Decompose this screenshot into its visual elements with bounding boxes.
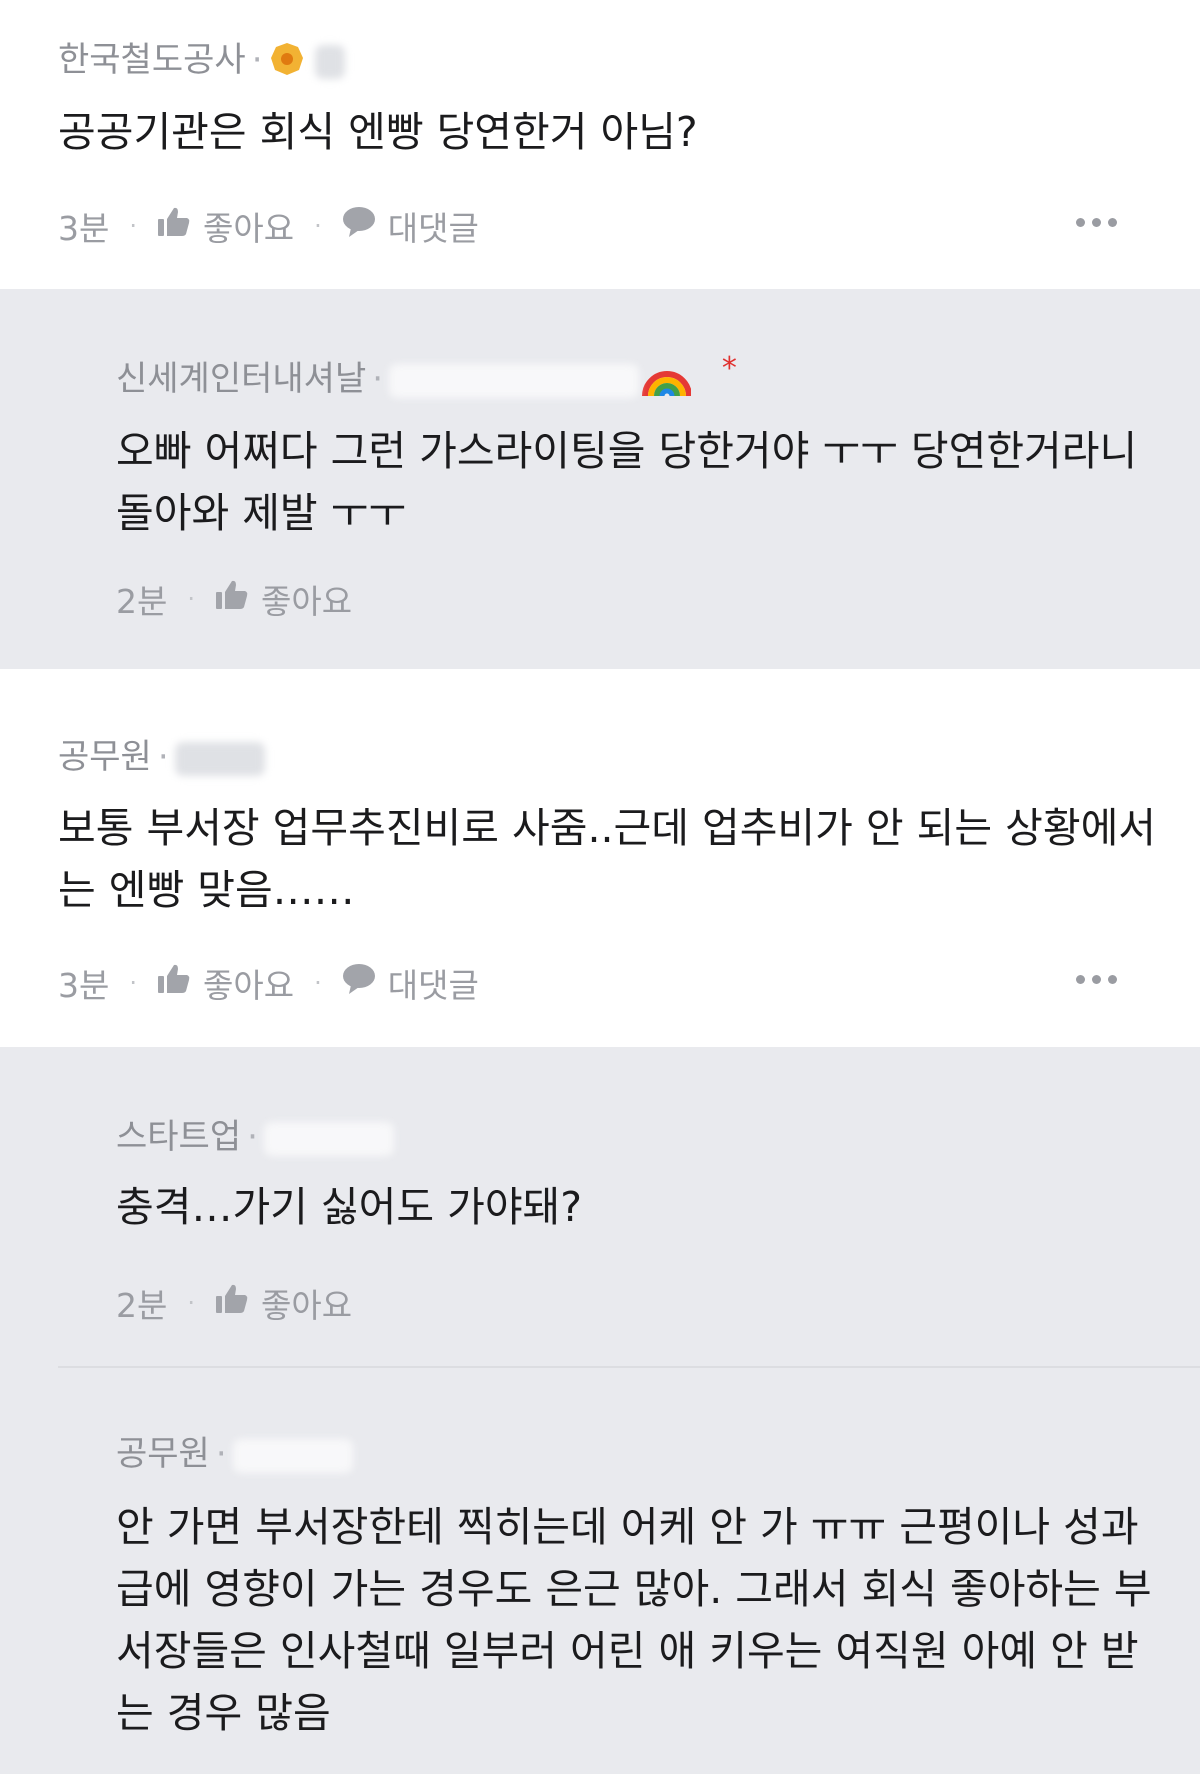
comment-line: 안 가면 부서장한테 찍히는데 어케 안 가 ㅠㅠ 근평이나 성과	[116, 1503, 1139, 1551]
thumbs-up-icon	[157, 206, 191, 246]
speech-bubble-icon	[342, 963, 376, 1003]
comment-time: 3분	[58, 966, 110, 1005]
like-label: 좋아요	[261, 582, 353, 621]
masked-nickname	[315, 44, 346, 79]
comment-author-meta: 공무원 ·	[116, 1426, 353, 1475]
comment-time: 3분	[58, 209, 110, 248]
company-name[interactable]: 스타트업	[116, 1117, 241, 1157]
reply-item: 공무원 · 안 가면 부서장한테 찍히는데 어케 안 가 ㅠㅠ 근평이나 성과 급…	[0, 1368, 1200, 1774]
comment-body: 안 가면 부서장한테 찍히는데 어케 안 가 ㅠㅠ 근평이나 성과 급에 영향이…	[116, 1496, 1152, 1744]
comment-author-meta: 한국철도공사 ·	[58, 32, 346, 81]
like-button[interactable]: 좋아요	[157, 202, 294, 250]
company-name[interactable]: 공무원	[116, 1434, 210, 1474]
comment-line: 급에 영향이 가는 경우도 은근 많아. 그래서 회식 좋아하는 부	[116, 1565, 1152, 1613]
masked-nickname	[232, 1438, 353, 1473]
comment-line: 보통 부서장 업무추진비로 사줌..근데 업추비가 안 되는 상황에서	[58, 804, 1157, 852]
thumbs-up-icon	[215, 1283, 249, 1323]
company-name[interactable]: 신세계인터내셔날	[116, 359, 366, 399]
comment-body: 충격…가기 싫어도 가야돼?	[116, 1176, 582, 1238]
orange-badge-icon	[269, 41, 305, 77]
like-button[interactable]: 좋아요	[215, 575, 352, 623]
more-dots-icon[interactable]	[1076, 218, 1117, 227]
comment-line: 돌아와 제발 ㅜㅜ	[116, 489, 407, 537]
reply-label: 대댓글	[387, 966, 479, 1005]
thumbs-up-icon	[157, 963, 191, 1003]
comment-line: 서장들은 인사철때 일부러 어린 애 키우는 여직원 아예 안 받	[116, 1627, 1139, 1675]
comment-body: 공공기관은 회식 엔빵 당연한거 아님?	[58, 101, 698, 163]
comment-item: 공무원 · 보통 부서장 업무추진비로 사줌..근데 업추비가 안 되는 상황에서…	[0, 669, 1200, 1047]
like-button[interactable]: 좋아요	[215, 1279, 352, 1327]
like-button[interactable]: 좋아요	[157, 959, 294, 1007]
comment-author-meta: 스타트업 ·	[116, 1109, 394, 1158]
reply-item: 스타트업 · 충격…가기 싫어도 가야돼? 2분 · 좋아요	[0, 1047, 1200, 1367]
comment-body: 오빠 어쩌다 그런 가스라이팅을 당한거야 ㅜㅜ 당연한거라니 돌아와 제발 ㅜ…	[116, 420, 1137, 544]
reply-label: 대댓글	[387, 209, 479, 248]
comment-actions: 3분 · 좋아요 · 대댓글	[58, 959, 479, 1007]
like-label: 좋아요	[203, 209, 295, 248]
comment-actions: 3분 · 좋아요 · 대댓글	[58, 202, 479, 250]
comment-time: 2분	[116, 1286, 168, 1325]
comment-line: 오빠 어쩌다 그런 가스라이팅을 당한거야 ㅜㅜ 당연한거라니	[116, 427, 1138, 475]
company-name[interactable]: 한국철도공사	[58, 40, 246, 80]
speech-bubble-icon	[342, 206, 376, 246]
company-name[interactable]: 공무원	[58, 737, 152, 777]
comment-line: 공공기관은 회식 엔빵 당연한거 아님?	[58, 108, 698, 156]
thumbs-up-icon	[215, 579, 249, 619]
masked-nickname	[174, 741, 265, 776]
like-label: 좋아요	[203, 966, 295, 1005]
comment-line: 는 엔빵 맞음……	[58, 866, 355, 914]
reply-button[interactable]: 대댓글	[342, 959, 479, 1007]
rainbow-emoji-icon	[641, 354, 693, 407]
comment-author-meta: 공무원 ·	[58, 729, 265, 778]
comment-author-meta: 신세계인터내셔날 · *	[116, 351, 737, 407]
more-dots-icon[interactable]	[1076, 975, 1117, 984]
masked-nickname	[263, 1121, 394, 1156]
comment-line: 충격…가기 싫어도 가야돼?	[116, 1183, 583, 1231]
reply-button[interactable]: 대댓글	[342, 202, 479, 250]
comment-actions: 2분 · 좋아요	[116, 1279, 352, 1327]
comment-time: 2분	[116, 582, 168, 621]
masked-nickname	[389, 363, 640, 398]
red-asterisk-icon: *	[721, 351, 737, 386]
comment-line: 는 경우 많음	[116, 1689, 331, 1737]
like-label: 좋아요	[261, 1286, 353, 1325]
comment-body: 보통 부서장 업무추진비로 사줌..근데 업추비가 안 되는 상황에서 는 엔빵…	[58, 797, 1156, 921]
reply-item: 신세계인터내셔날 · * 오빠 어쩌다 그런 가스라이팅을 당한거야 ㅜㅜ 당연한…	[0, 289, 1200, 669]
comment-item: 한국철도공사 · 공공기관은 회식 엔빵 당연한거 아님? 3분 · 좋아요 · …	[0, 0, 1200, 289]
comment-actions: 2분 · 좋아요	[116, 575, 352, 623]
